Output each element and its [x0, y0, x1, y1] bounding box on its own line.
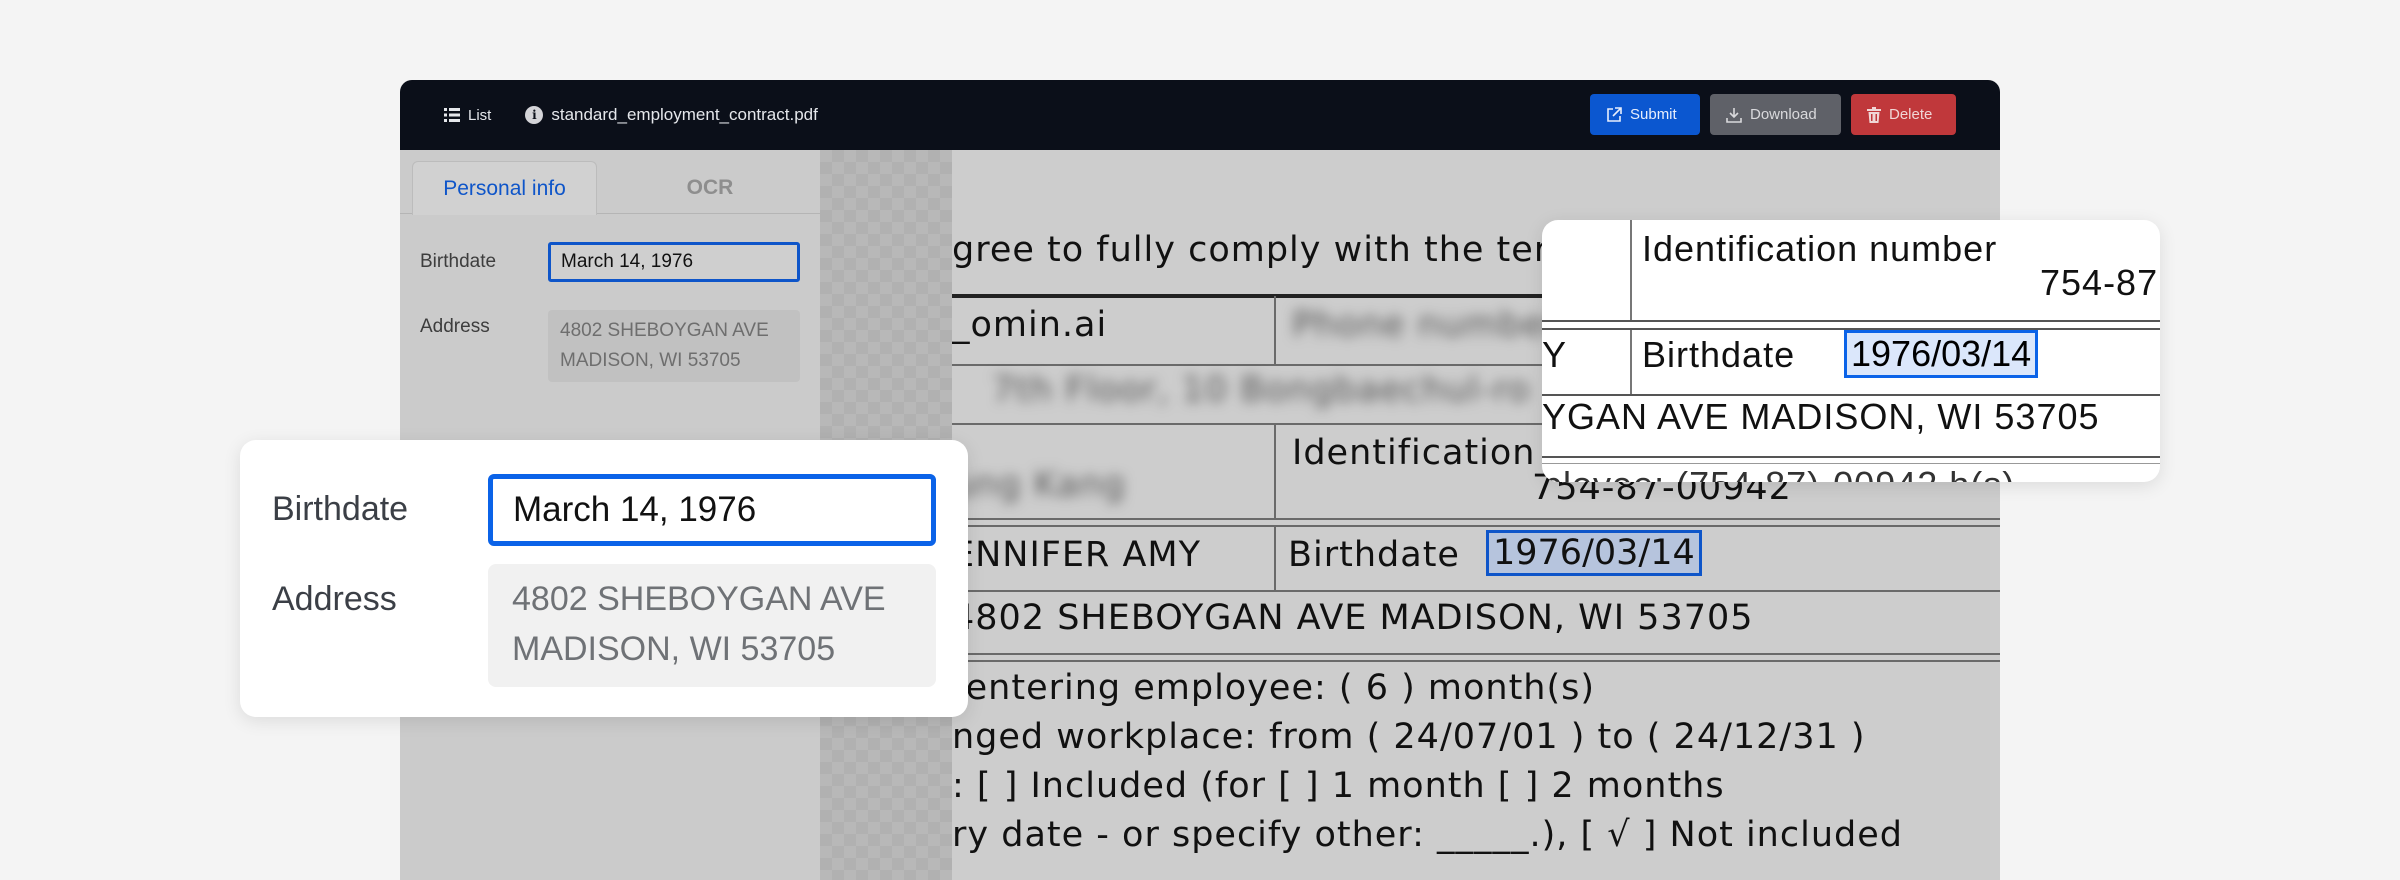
doc-row-border: [952, 518, 2000, 520]
download-button[interactable]: Download: [1710, 94, 1841, 135]
list-icon: [444, 108, 460, 122]
doc-agree-line: gree to fully comply with the terms: [952, 230, 1603, 270]
address-row: Address 4802 SHEBOYGAN AVE MADISON, WI 5…: [420, 310, 800, 382]
doc-row-border: [952, 660, 2000, 662]
submit-label: Submit: [1630, 106, 1677, 123]
top-bar: List i standard_employment_contract.pdf …: [400, 80, 2000, 150]
callout-col-divider: [1630, 330, 1632, 394]
doc-included-line: : [ ] Included (for [ ] 1 month [ ] 2 mo…: [952, 766, 1725, 806]
doc-representative: ung Kang: [952, 465, 1126, 505]
callout-address-line-1: 4802 SHEBOYGAN AVE: [512, 580, 886, 618]
form-zoom-callout: Birthdate March 14, 1976 Address 4802 SH…: [240, 440, 968, 717]
doc-id-label: Identification n: [1292, 433, 1571, 473]
doc-company: _omin.ai: [952, 305, 1108, 345]
callout-address-field[interactable]: 4802 SHEBOYGAN AVE MADISON, WI 53705: [488, 564, 936, 687]
callout-id-value: 754-87: [2040, 262, 2159, 303]
callout-address-label: Address: [272, 580, 397, 618]
external-link-icon: [1607, 106, 1622, 122]
callout-id-label: Identification number: [1642, 228, 1998, 269]
doc-company-address: 7th Floor, 10 Bongbaechul-ro: [992, 370, 1531, 410]
tab-bar: Personal info OCR: [400, 150, 820, 215]
doc-probation-line: -entering employee: ( 6 ) month(s): [952, 668, 1596, 708]
file-info: i standard_employment_contract.pdf: [525, 105, 818, 125]
doc-col-divider: [1274, 296, 1276, 364]
doc-row-border: [952, 525, 2000, 527]
callout-row-border: [1542, 320, 2160, 322]
document-zoom-callout: Identification number 754-87 Y Birthdate…: [1542, 220, 2160, 482]
stage: List i standard_employment_contract.pdf …: [0, 0, 2400, 880]
doc-row-border: [952, 590, 2000, 592]
address-field[interactable]: 4802 SHEBOYGAN AVE MADISON, WI 53705: [548, 310, 800, 382]
delete-button[interactable]: Delete: [1851, 94, 1956, 135]
doc-other-line: ry date - or specify other: _____.), [ √…: [952, 815, 1903, 855]
doc-col-divider: [1274, 526, 1276, 590]
callout-birthdate-input[interactable]: March 14, 1976: [488, 474, 936, 546]
doc-birthdate-highlight[interactable]: 1976/03/14: [1486, 530, 1702, 576]
delete-label: Delete: [1889, 106, 1933, 123]
file-name: standard_employment_contract.pdf: [551, 105, 818, 124]
address-label: Address: [420, 316, 490, 337]
callout-address-partial: YGAN AVE MADISON, WI 53705: [1542, 396, 2100, 437]
doc-birthdate-label: Birthdate: [1288, 535, 1460, 575]
doc-col-divider: [1274, 424, 1276, 518]
birthdate-input[interactable]: March 14, 1976: [548, 242, 800, 282]
list-label: List: [468, 106, 492, 124]
doc-row-border: [952, 653, 2000, 655]
submit-button[interactable]: Submit: [1590, 94, 1700, 135]
birthdate-row: Birthdate March 14, 1976: [420, 242, 800, 282]
list-button[interactable]: List: [444, 107, 491, 124]
tab-personal-info[interactable]: Personal info: [412, 161, 597, 215]
callout-birthdate-highlight[interactable]: 1976/03/14: [1844, 330, 2039, 378]
callout-name-partial: Y: [1542, 334, 1568, 375]
callout-birthdate-label: Birthdate: [272, 490, 409, 528]
callout-address-line-2: MADISON, WI 53705: [512, 630, 836, 668]
download-icon: [1726, 107, 1742, 123]
doc-employee-address: 4802 SHEBOYGAN AVE MADISON, WI 53705: [952, 598, 1754, 638]
address-line-1: 4802 SHEBOYGAN AVE: [560, 320, 769, 341]
address-line-2: MADISON, WI 53705: [560, 350, 741, 371]
trash-icon: [1867, 106, 1881, 123]
callout-col-divider: [1630, 220, 1632, 320]
callout-birthdate-label: Birthdate: [1642, 334, 1796, 375]
download-label: Download: [1750, 106, 1817, 123]
doc-employee-name: ENNIFER AMY: [952, 535, 1202, 575]
doc-phone-label: Phone number: [1292, 305, 1561, 345]
birthdate-label: Birthdate: [420, 251, 497, 272]
doc-workplace-line: nged workplace: from ( 24/07/01 ) to ( 2…: [952, 717, 1866, 757]
toolbar-actions: Submit Download Delete: [1590, 94, 1956, 135]
tab-ocr[interactable]: OCR: [600, 161, 820, 215]
callout-row-border: [1542, 456, 2160, 458]
info-icon[interactable]: i: [525, 106, 544, 124]
callout-bottom-partial: ployee: (754-87)-00942 h(s): [1542, 464, 2015, 482]
